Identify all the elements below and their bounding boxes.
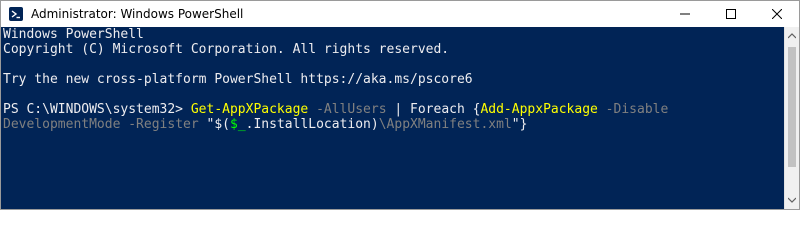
- scroll-up-button[interactable]: [785, 29, 799, 43]
- chevron-down-icon: [788, 197, 796, 203]
- minimize-icon: [680, 13, 690, 15]
- console-output[interactable]: Windows PowerShell Copyright (C) Microso…: [1, 27, 785, 209]
- param-developmentmode: DevelopmentMode: [3, 117, 121, 132]
- powershell-window: Administrator: Windows PowerShell Window…: [0, 0, 800, 210]
- cmdlet-get-appxpackage: Get-AppXPackage: [190, 102, 309, 117]
- scrollbar-thumb[interactable]: [788, 47, 796, 167]
- command-line-1: PS C:\WINDOWS\system32> Get-AppXPackage …: [3, 102, 668, 117]
- manifest-path: \AppXManifest.xml: [378, 117, 512, 132]
- param-register: -Register: [120, 117, 199, 132]
- command-line-2: DevelopmentMode -Register "$($_.InstallL…: [3, 117, 527, 132]
- param-allusers: -AllUsers: [308, 102, 387, 117]
- maximize-icon: [726, 9, 736, 19]
- member-installlocation: .InstallLocation): [245, 117, 379, 132]
- string-open: "$(: [198, 117, 231, 132]
- variable-underscore: $_: [230, 117, 246, 132]
- chevron-up-icon: [788, 33, 796, 39]
- minimize-button[interactable]: [663, 1, 707, 27]
- console-line-pscore-hint: Try the new cross-platform PowerShell ht…: [3, 72, 473, 87]
- powershell-icon: [9, 7, 23, 21]
- prompt: PS C:\WINDOWS\system32>: [3, 102, 191, 117]
- cmdlet-add-appxpackage: Add-AppxPackage: [480, 102, 598, 117]
- window-title: Administrator: Windows PowerShell: [31, 7, 244, 21]
- pipe-foreach: | Foreach {: [386, 102, 481, 117]
- close-button[interactable]: [755, 1, 799, 27]
- title-bar[interactable]: Administrator: Windows PowerShell: [1, 1, 799, 27]
- vertical-scrollbar[interactable]: [784, 27, 799, 209]
- string-close: "}: [511, 117, 528, 132]
- close-icon: [772, 9, 782, 19]
- maximize-button[interactable]: [709, 1, 753, 27]
- console-line-banner: Windows PowerShell: [3, 27, 144, 42]
- scroll-down-button[interactable]: [785, 193, 799, 207]
- param-disable: -Disable: [597, 102, 669, 117]
- console-line-copyright: Copyright (C) Microsoft Corporation. All…: [3, 42, 450, 57]
